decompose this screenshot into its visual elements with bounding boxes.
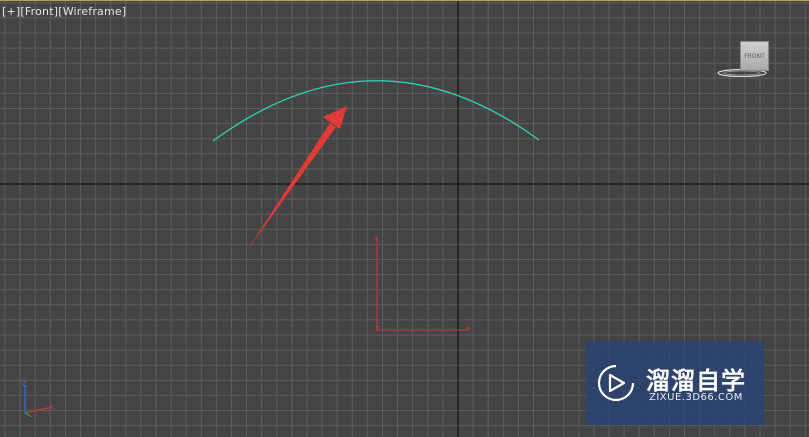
annotation-arrow [246, 106, 347, 252]
viewcube-face-label: FRONT [744, 52, 765, 60]
triad-z-label: Z [22, 380, 27, 388]
watermark-badge: 溜溜自学 ZIXUE.3D66.COM [585, 341, 764, 425]
gizmo-y-label: Y [373, 235, 379, 243]
triad-x-label: X [49, 403, 54, 411]
viewport-menu-shading[interactable]: [Wireframe] [58, 5, 126, 18]
pivot-gizmo[interactable]: Y Z X [373, 235, 470, 333]
axis-triad-icon: Z X [22, 380, 54, 417]
watermark-url: ZIXUE.3D66.COM [649, 392, 743, 403]
front-viewport[interactable]: Y Z X [+][Front][Wireframe] FRONT Z X 溜溜… [0, 0, 809, 437]
gizmo-x-label: X [465, 325, 470, 333]
play-logo-icon [597, 364, 635, 402]
viewport-label: [+][Front][Wireframe] [2, 5, 126, 18]
viewport-menu-plus[interactable]: [+] [2, 5, 20, 18]
viewcube-front-face[interactable]: FRONT [740, 41, 769, 71]
watermark-title: 溜溜自学 [646, 367, 746, 395]
gizmo-z-label: Z [375, 325, 380, 333]
viewport-menu-point-of-view[interactable]: [Front] [20, 5, 58, 18]
viewcube[interactable]: FRONT [716, 41, 769, 79]
